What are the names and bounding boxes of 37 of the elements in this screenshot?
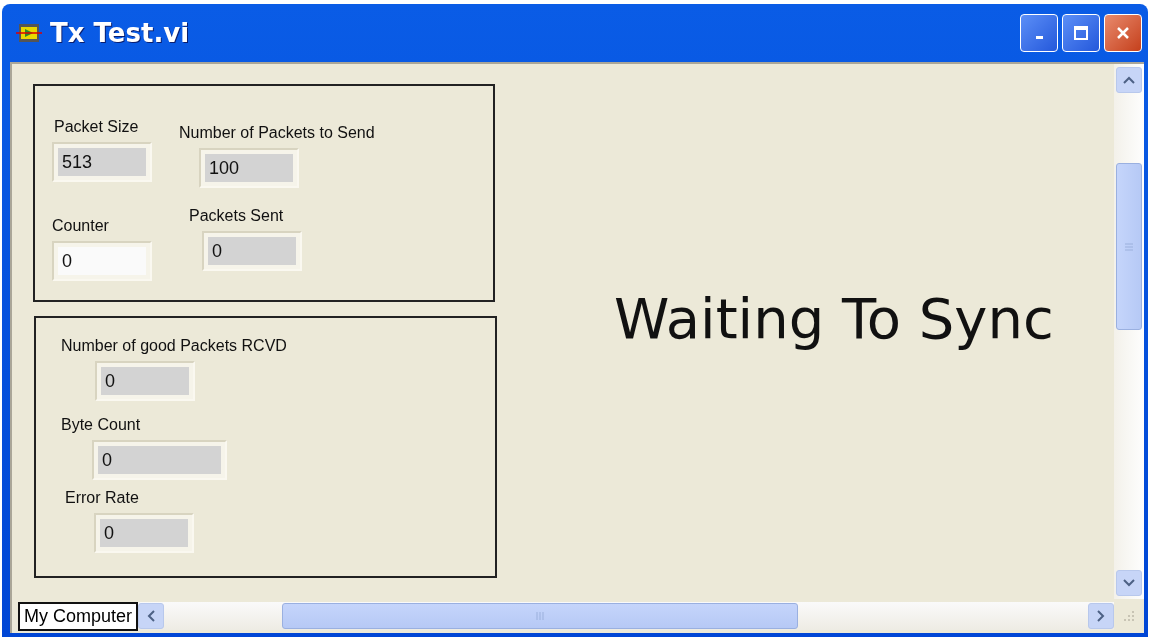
scroll-up-button[interactable]	[1116, 67, 1142, 93]
numeric-indicator: 513	[52, 142, 152, 182]
control-label: Packet Size	[54, 118, 140, 136]
scroll-thumb[interactable]	[1116, 163, 1142, 330]
numeric-indicator: 100	[199, 148, 299, 188]
numeric-indicator: 0	[95, 361, 195, 401]
chevron-right-icon	[1097, 610, 1105, 622]
numeric-input-field[interactable]: 0	[52, 241, 152, 281]
control-label: Byte Count	[61, 416, 142, 434]
control-label: Error Rate	[65, 489, 140, 507]
window-title: Tx Test.vi	[50, 18, 190, 48]
context-label: My Computer	[18, 601, 139, 631]
minimize-icon	[1035, 35, 1043, 39]
close-button[interactable]	[1104, 14, 1142, 52]
control-label: Counter	[52, 217, 110, 235]
scroll-right-button[interactable]	[1088, 603, 1114, 629]
chevron-down-icon	[1123, 579, 1135, 587]
chevron-left-icon	[147, 610, 156, 622]
scroll-left-button[interactable]	[138, 603, 165, 629]
vertical-scrollbar[interactable]	[1114, 64, 1144, 599]
control-label: Number of good Packets RCVD	[61, 337, 287, 355]
horizontal-scrollbar[interactable]	[138, 602, 1114, 630]
control-label: Packets Sent	[189, 207, 285, 225]
scroll-thumb[interactable]	[282, 603, 798, 629]
close-icon	[1115, 25, 1131, 41]
numeric-indicator: 0	[202, 231, 302, 271]
status-message: Waiting To Sync	[614, 286, 1054, 351]
scroll-down-button[interactable]	[1116, 570, 1142, 596]
numeric-indicator: 0	[94, 513, 194, 553]
chevron-up-icon	[1123, 76, 1135, 84]
minimize-button[interactable]	[1020, 14, 1058, 52]
control-label: Number of Packets to Send	[179, 124, 375, 142]
maximize-button[interactable]	[1062, 14, 1100, 52]
resize-grip-icon[interactable]	[1122, 609, 1136, 623]
maximize-icon	[1073, 25, 1089, 41]
app-icon	[16, 22, 42, 44]
numeric-indicator: 0	[92, 440, 227, 480]
